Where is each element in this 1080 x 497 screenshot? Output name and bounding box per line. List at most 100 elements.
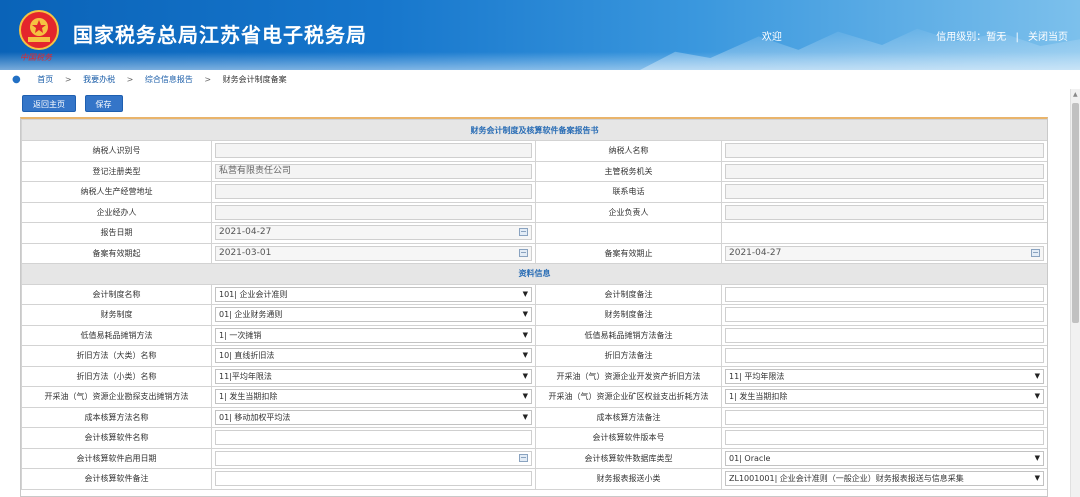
breadcrumb-tax[interactable]: 我要办税 xyxy=(83,75,115,84)
field-label: 企业经办人 xyxy=(21,201,212,223)
software-name-input[interactable] xyxy=(215,430,532,446)
cost-note-input[interactable] xyxy=(725,409,1044,425)
dropdown-arrow-icon: ▼ xyxy=(522,289,528,298)
depr-major-select[interactable]: 10| 直线折旧法 ▼ xyxy=(215,348,532,364)
select-value: 11|平均年限法 xyxy=(219,371,272,381)
breadcrumb-separator: > xyxy=(204,75,212,84)
phone-field xyxy=(725,184,1044,200)
acct-system-note-input[interactable] xyxy=(725,286,1044,302)
close-page-link[interactable]: 关闭当页 xyxy=(1028,32,1068,43)
oil-gas-explore-select[interactable]: 1| 发生当期扣除 ▼ xyxy=(215,389,532,405)
vertical-scrollbar[interactable]: ▲ xyxy=(1070,89,1080,497)
field-label: 低值易耗品摊销方法备注 xyxy=(535,324,722,346)
field-label: 报告日期 xyxy=(21,222,212,244)
select-value: 1| 一次摊销 xyxy=(219,330,262,340)
select-value: 01| Oracle xyxy=(729,453,771,463)
select-value: 11| 平均年限法 xyxy=(729,371,785,381)
depr-note-input[interactable] xyxy=(725,348,1044,364)
scrollbar-thumb[interactable] xyxy=(1072,103,1079,323)
fin-system-select[interactable]: 01| 企业财务通则 ▼ xyxy=(215,307,532,323)
save-button[interactable]: 保存 xyxy=(84,95,123,112)
field-label: 纳税人识别号 xyxy=(21,140,212,162)
software-db-select[interactable]: 01| Oracle ▼ xyxy=(725,450,1044,466)
dropdown-arrow-icon: ▼ xyxy=(522,392,528,401)
cost-method-select[interactable]: 01| 移动加权平均法 ▼ xyxy=(215,409,532,425)
form-table: 财务会计制度及核算软件备案报告书 纳税人识别号 纳税人名称 登记注册类型 私营有… xyxy=(21,119,1047,490)
site-title: 国家税务总局江苏省电子税务局 xyxy=(73,23,367,47)
software-note-input[interactable] xyxy=(215,471,532,487)
field-label: 低值易耗品摊销方法 xyxy=(21,324,212,346)
field-label: 会计核算软件数据库类型 xyxy=(535,447,722,469)
select-value: 10| 直线折旧法 xyxy=(219,351,275,361)
credit-level: 信用级别：暂无 xyxy=(936,32,1007,43)
field-label: 会计核算软件启用日期 xyxy=(21,447,212,469)
report-subcat-select[interactable]: ZL1001001| 企业会计准则（一般企业）财务报表报送与信息采集 ▼ xyxy=(725,471,1044,487)
field-label: 会计核算软件名称 xyxy=(21,427,212,449)
acct-system-select[interactable]: 101| 企业会计准则 ▼ xyxy=(215,286,532,302)
breadcrumb: ● 首页 > 我要办税 > 综合信息报告 > 财务会计制度备案 xyxy=(0,70,1080,89)
calendar-icon[interactable] xyxy=(519,228,528,237)
field-label: 登记注册类型 xyxy=(21,160,212,182)
field-label: 成本核算方法名称 xyxy=(21,406,212,428)
dropdown-arrow-icon: ▼ xyxy=(1034,453,1040,462)
field-label: 开采油（气）资源企业勘探支出摊销方法 xyxy=(21,386,212,408)
field-label: 联系电话 xyxy=(535,181,722,203)
calendar-icon[interactable] xyxy=(1031,248,1040,257)
oil-gas-depr-select[interactable]: 11| 平均年限法 ▼ xyxy=(725,368,1044,384)
software-version-input[interactable] xyxy=(725,430,1044,446)
low-value-note-input[interactable] xyxy=(725,327,1044,343)
select-value: 1| 发生当期扣除 xyxy=(219,392,278,402)
select-value: ZL1001001| 企业会计准则（一般企业）财务报表报送与信息采集 xyxy=(729,474,964,484)
valid-from-field[interactable]: 2021-03-01 xyxy=(215,245,532,261)
field-label: 开采油（气）资源企业开发资产折旧方法 xyxy=(535,365,722,387)
valid-to-value: 2021-04-27 xyxy=(729,247,782,258)
field-label: 会计核算软件备注 xyxy=(21,468,212,490)
field-label: 成本核算方法备注 xyxy=(535,406,722,428)
taxpayer-id-field xyxy=(215,143,532,159)
form-title: 财务会计制度及核算软件备案报告书 xyxy=(21,119,1047,141)
user-bar: 欢迎 信用级别：暂无 | 关闭当页 xyxy=(761,32,1068,43)
emblem-caption: 中国税务 xyxy=(20,53,52,62)
horizon-graphic xyxy=(0,52,1080,70)
software-start-date-field[interactable] xyxy=(215,450,532,466)
select-value: 01| 移动加权平均法 xyxy=(219,412,291,422)
breadcrumb-separator: > xyxy=(64,75,72,84)
reg-type-field: 私营有限责任公司 xyxy=(215,163,532,179)
address-field xyxy=(215,184,532,200)
select-value: 1| 发生当期扣除 xyxy=(729,392,788,402)
field-label: 企业负责人 xyxy=(535,201,722,223)
select-value: 101| 企业会计准则 xyxy=(219,289,288,299)
oil-gas-mine-select[interactable]: 1| 发生当期扣除 ▼ xyxy=(725,389,1044,405)
calendar-icon[interactable] xyxy=(519,453,528,462)
scroll-up-icon[interactable]: ▲ xyxy=(1073,91,1078,98)
low-value-method-select[interactable]: 1| 一次摊销 ▼ xyxy=(215,327,532,343)
back-home-button[interactable]: 返回主页 xyxy=(22,95,76,112)
report-date-field[interactable]: 2021-04-27 xyxy=(215,225,532,241)
field-label: 折旧方法备注 xyxy=(535,345,722,367)
valid-from-value: 2021-03-01 xyxy=(219,247,272,258)
tax-emblem-icon xyxy=(19,10,59,50)
toolbar: 返回主页 保存 xyxy=(22,95,129,112)
site-header: 中国税务 国家税务总局江苏省电子税务局 欢迎 信用级别：暂无 | 关闭当页 xyxy=(0,0,1080,70)
fin-system-note-input[interactable] xyxy=(725,307,1044,323)
filing-form: 财务会计制度及核算软件备案报告书 纳税人识别号 纳税人名称 登记注册类型 私营有… xyxy=(20,117,1048,497)
tax-authority-field xyxy=(725,163,1044,179)
breadcrumb-info-report[interactable]: 综合信息报告 xyxy=(145,75,193,84)
field-label: 开采油（气）资源企业矿区权益支出折耗方法 xyxy=(535,386,722,408)
field-label: 折旧方法（小类）名称 xyxy=(21,365,212,387)
taxpayer-name-field xyxy=(725,143,1044,159)
valid-to-field[interactable]: 2021-04-27 xyxy=(725,245,1044,261)
dropdown-arrow-icon: ▼ xyxy=(1034,371,1040,380)
field-label: 会计制度备注 xyxy=(535,283,722,305)
report-date-value: 2021-04-27 xyxy=(219,227,272,238)
dropdown-arrow-icon: ▼ xyxy=(1034,392,1040,401)
dropdown-arrow-icon: ▼ xyxy=(522,351,528,360)
field-label: 会计核算软件版本号 xyxy=(535,427,722,449)
calendar-icon[interactable] xyxy=(519,248,528,257)
breadcrumb-home[interactable]: 首页 xyxy=(37,75,53,84)
dropdown-arrow-icon: ▼ xyxy=(522,412,528,421)
dropdown-arrow-icon: ▼ xyxy=(1034,474,1040,483)
field-label: 财务制度备注 xyxy=(535,304,722,326)
depr-minor-select[interactable]: 11|平均年限法 ▼ xyxy=(215,368,532,384)
field-label: 纳税人名称 xyxy=(535,140,722,162)
